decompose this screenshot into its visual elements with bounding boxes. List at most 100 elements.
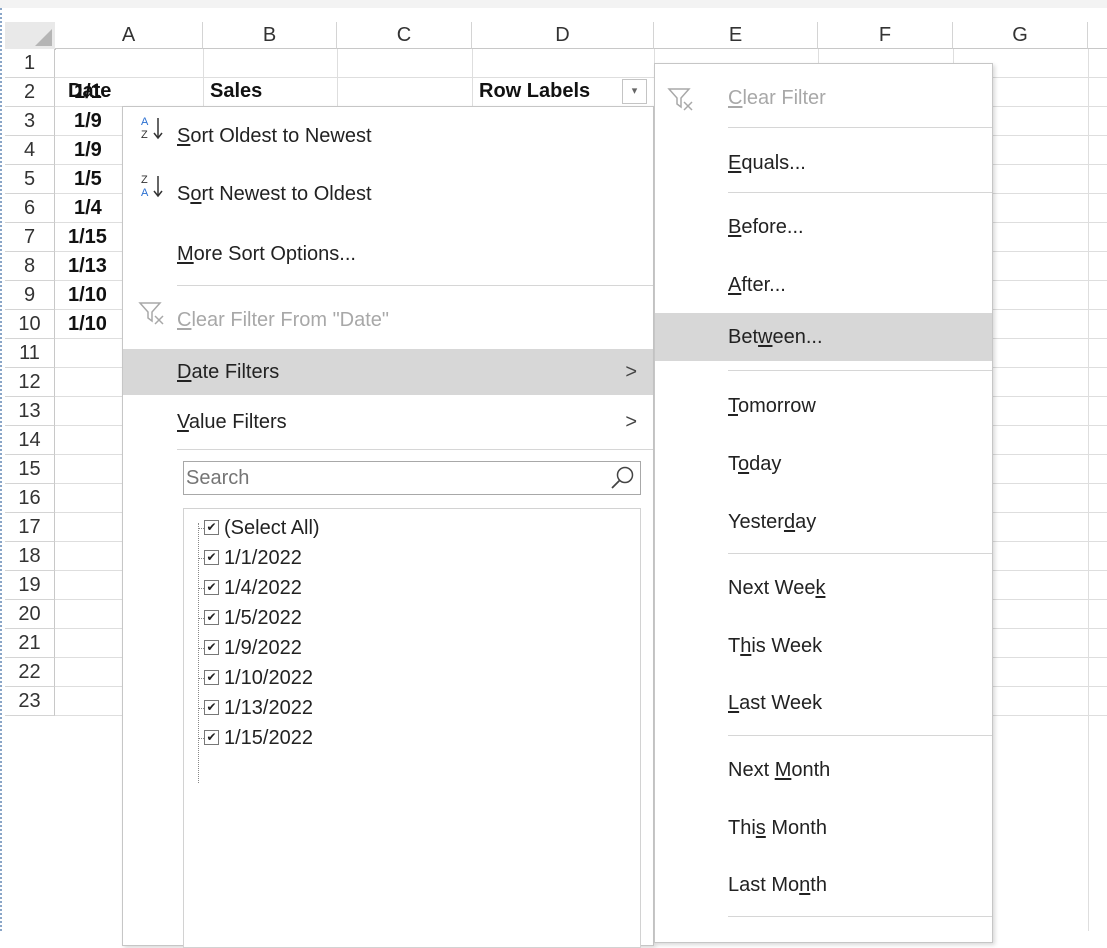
between-item[interactable]: Between... [655, 313, 992, 361]
row-header[interactable]: 18 [5, 542, 55, 571]
row-header[interactable]: 1 [5, 49, 55, 78]
last-month-item[interactable]: Last Month [655, 861, 992, 909]
row-header[interactable]: 19 [5, 571, 55, 600]
sort-oldest-to-newest-item[interactable]: A Z Sort Oldest to Newest [123, 113, 653, 159]
row-header[interactable]: 2 [5, 78, 55, 107]
equals-item[interactable]: Equals... [655, 139, 992, 187]
tomorrow-item[interactable]: Tomorrow [655, 382, 992, 430]
checkbox[interactable]: ✔ [204, 610, 219, 625]
svg-text:Z: Z [141, 129, 148, 141]
row-header[interactable]: 4 [5, 136, 55, 165]
next-week-item[interactable]: Next Week [655, 564, 992, 612]
today-item[interactable]: Today [655, 440, 992, 488]
cell-a-date[interactable]: 1/13 [68, 252, 107, 281]
cell-d1-row-labels[interactable]: Row Labels [479, 77, 590, 106]
checkbox[interactable]: ✔ [204, 670, 219, 685]
column-header-f[interactable]: F [818, 22, 953, 49]
column-header-a[interactable]: A [55, 22, 203, 49]
row-header[interactable]: 22 [5, 658, 55, 687]
list-item[interactable]: ✔ 1/5/2022 [186, 604, 586, 633]
row-header[interactable]: 20 [5, 600, 55, 629]
filter-dropdown-menu: A Z Sort Oldest to Newest Z A Sort Newes… [122, 106, 654, 948]
row-labels-filter-dropdown[interactable]: ▾ [622, 79, 647, 104]
list-item[interactable]: ✔ 1/1/2022 [186, 544, 586, 573]
list-item-label: 1/15/2022 [224, 727, 313, 749]
row-header[interactable]: 15 [5, 455, 55, 484]
row-header[interactable]: 3 [5, 107, 55, 136]
column-header-g[interactable]: G [953, 22, 1088, 49]
cell-a-date[interactable]: 1/5 [74, 165, 102, 194]
list-item-label: 1/1/2022 [224, 547, 302, 569]
cell-a-date[interactable]: 1/1 [74, 78, 102, 107]
list-item[interactable]: ✔ 1/15/2022 [186, 724, 586, 753]
list-item[interactable]: ✔ 1/13/2022 [186, 694, 586, 723]
sort-newest-to-oldest-item[interactable]: Z A Sort Newest to Oldest [123, 171, 653, 217]
row-header[interactable]: 13 [5, 397, 55, 426]
toolbar-strip [0, 0, 1107, 8]
svg-text:A: A [141, 187, 149, 199]
value-filters-item[interactable]: Value Filters > [123, 399, 653, 445]
column-header-c[interactable]: C [337, 22, 472, 49]
last-week-item[interactable]: Last Week [655, 679, 992, 727]
checkbox[interactable]: ✔ [204, 700, 219, 715]
cell-a-date[interactable]: 1/15 [68, 223, 107, 252]
cell-a-date[interactable]: 1/9 [74, 136, 102, 165]
list-item[interactable]: ✔ 1/10/2022 [186, 664, 586, 693]
date-values-list: ✔ (Select All) ✔ 1/1/2022 ✔ 1/4/2022 ✔ 1/5/2022… [183, 508, 641, 948]
row-header[interactable]: 23 [5, 687, 55, 716]
row-header[interactable]: 11 [5, 339, 55, 368]
clear-filter-from-date-item[interactable]: Clear Filter From "Date" [123, 297, 653, 343]
sort-newest-label: Sort Newest to Oldest [177, 183, 372, 205]
column-header-e[interactable]: E [654, 22, 818, 49]
list-item[interactable]: ✔ 1/4/2022 [186, 574, 586, 603]
cell-b1[interactable]: Sales [210, 77, 262, 106]
row-header[interactable]: 17 [5, 513, 55, 542]
more-sort-options-item[interactable]: More Sort Options... [123, 231, 653, 277]
chevron-right-icon: > [625, 361, 637, 383]
date-filters-item[interactable]: Date Filters > [123, 349, 653, 395]
after-item[interactable]: After... [655, 261, 992, 309]
cell-a-date[interactable]: 1/9 [74, 107, 102, 136]
cell-a-date[interactable]: 1/4 [74, 194, 102, 223]
chevron-right-icon: > [625, 411, 637, 433]
svg-text:Z: Z [141, 174, 148, 186]
yesterday-item[interactable]: Yesterday [655, 498, 992, 546]
select-all-corner[interactable] [5, 22, 56, 50]
checkbox[interactable]: ✔ [204, 580, 219, 595]
search-input[interactable] [184, 467, 586, 490]
cell-a-date[interactable]: 1/10 [68, 281, 107, 310]
this-week-item[interactable]: This Week [655, 622, 992, 670]
row-header[interactable]: 8 [5, 252, 55, 281]
list-item[interactable]: ✔ (Select All) [186, 514, 586, 543]
list-item-label: (Select All) [224, 517, 320, 539]
submenu-clear-filter-item[interactable]: Clear Filter [655, 74, 992, 122]
before-item[interactable]: Before... [655, 203, 992, 251]
checkbox[interactable]: ✔ [204, 520, 219, 535]
date-filters-label: Date Filters [177, 361, 280, 383]
row-header[interactable]: 21 [5, 629, 55, 658]
row-header[interactable]: 9 [5, 281, 55, 310]
cell-a-date[interactable]: 1/10 [68, 310, 107, 339]
search-box[interactable] [183, 461, 641, 495]
row-header[interactable]: 16 [5, 484, 55, 513]
list-item[interactable]: ✔ 1/9/2022 [186, 634, 586, 663]
checkbox[interactable]: ✔ [204, 640, 219, 655]
column-header-b[interactable]: B [203, 22, 337, 49]
row-header[interactable]: 7 [5, 223, 55, 252]
checkbox[interactable]: ✔ [204, 550, 219, 565]
clear-filter-icon [667, 83, 697, 131]
column-header-d[interactable]: D [472, 22, 654, 49]
next-month-item[interactable]: Next Month [655, 746, 992, 794]
list-item-label: 1/5/2022 [224, 607, 302, 629]
row-header[interactable]: 10 [5, 310, 55, 339]
clear-filter-icon [133, 297, 173, 344]
column-header-h[interactable] [1088, 22, 1107, 49]
row-header[interactable]: 12 [5, 368, 55, 397]
row-header[interactable]: 5 [5, 165, 55, 194]
sort-oldest-label: Sort Oldest to Newest [177, 125, 372, 147]
this-month-item[interactable]: This Month [655, 804, 992, 852]
row-header[interactable]: 14 [5, 426, 55, 455]
row-header[interactable]: 6 [5, 194, 55, 223]
checkbox[interactable]: ✔ [204, 730, 219, 745]
list-item-label: 1/10/2022 [224, 667, 313, 689]
